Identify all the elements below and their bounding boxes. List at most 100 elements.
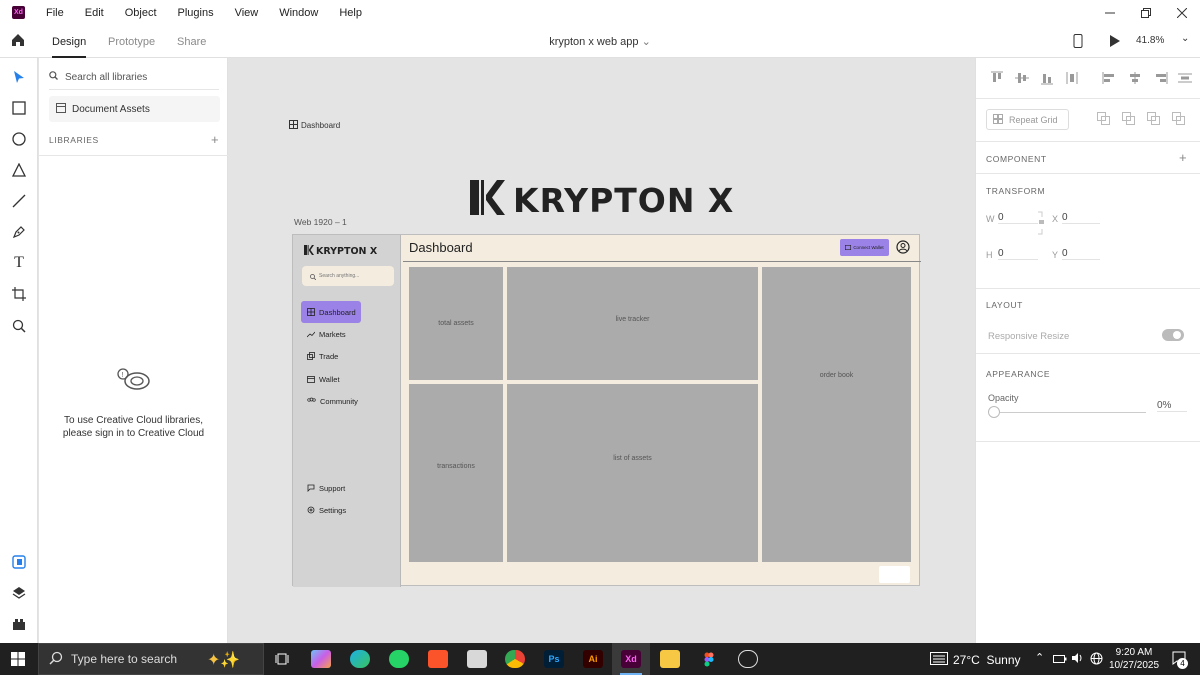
search-input[interactable]: Search all libraries bbox=[65, 72, 147, 83]
globe-icon[interactable] bbox=[1090, 652, 1103, 668]
align-left-icon[interactable] bbox=[1102, 71, 1118, 87]
artboard-label[interactable]: Web 1920 – 1 bbox=[294, 217, 347, 227]
document-assets-item[interactable]: Document Assets bbox=[49, 96, 220, 122]
height-input[interactable]: 0 bbox=[998, 248, 1038, 260]
nav-trade[interactable]: Trade bbox=[301, 345, 361, 367]
profile-avatar-icon[interactable] bbox=[896, 240, 910, 259]
libraries-icon[interactable] bbox=[9, 552, 29, 572]
minimize-button[interactable] bbox=[1092, 0, 1128, 25]
align-bottom-icon[interactable] bbox=[1039, 71, 1055, 87]
align-right-icon[interactable] bbox=[1152, 71, 1168, 87]
appearance-heading: APPEARANCE bbox=[986, 369, 1051, 379]
dashboard-component-label[interactable]: Dashboard bbox=[289, 120, 340, 131]
document-title[interactable]: krypton x web app ⌄ bbox=[0, 35, 1200, 48]
add-library-icon[interactable]: + bbox=[211, 132, 219, 147]
nav-community[interactable]: Community bbox=[301, 390, 361, 412]
connect-wallet-button[interactable]: Connect Wallet bbox=[840, 239, 889, 256]
opacity-slider-track[interactable] bbox=[1000, 412, 1146, 413]
restore-button[interactable] bbox=[1128, 0, 1164, 25]
y-input[interactable]: 0 bbox=[1062, 248, 1100, 260]
nav-settings[interactable]: Settings bbox=[301, 499, 361, 521]
zoom-level[interactable]: 41.8% bbox=[1136, 35, 1164, 46]
nav-markets[interactable]: Markets bbox=[301, 323, 361, 345]
line-tool-icon[interactable] bbox=[9, 191, 29, 211]
photoshop-icon[interactable]: Ps bbox=[544, 650, 564, 668]
device-preview-icon[interactable] bbox=[1073, 34, 1083, 51]
copilot-icon[interactable] bbox=[311, 650, 331, 668]
width-input[interactable]: 0 bbox=[998, 212, 1038, 224]
boolean-subtract-icon[interactable] bbox=[1122, 112, 1135, 127]
clock[interactable]: 9:20 AM 10/27/2025 bbox=[1106, 646, 1162, 672]
distribute-vertical-icon[interactable] bbox=[1064, 71, 1080, 87]
pen-tool-icon[interactable] bbox=[9, 222, 29, 242]
photo-app-icon[interactable] bbox=[467, 650, 487, 668]
transactions-card[interactable]: transactions bbox=[409, 384, 503, 562]
play-icon[interactable] bbox=[1110, 35, 1120, 50]
opacity-input[interactable]: 0% bbox=[1157, 400, 1187, 412]
menu-file[interactable]: File bbox=[46, 7, 64, 19]
figma-icon[interactable] bbox=[699, 650, 719, 668]
x-input[interactable]: 0 bbox=[1062, 212, 1100, 224]
weather-widget[interactable]: 27°C Sunny bbox=[930, 652, 1021, 668]
wallet-icon bbox=[845, 244, 852, 251]
align-middle-icon[interactable] bbox=[1014, 71, 1030, 87]
ellipse-tool-icon[interactable] bbox=[9, 129, 29, 149]
close-button[interactable] bbox=[1164, 0, 1200, 25]
x-label: X bbox=[1052, 214, 1059, 224]
live-tracker-card[interactable]: live tracker bbox=[507, 267, 758, 380]
boolean-exclude-icon[interactable] bbox=[1172, 112, 1185, 127]
whatsapp-icon[interactable] bbox=[389, 650, 409, 668]
opacity-slider-handle[interactable] bbox=[988, 406, 1000, 418]
layers-icon[interactable] bbox=[9, 583, 29, 603]
height-label: H bbox=[986, 250, 993, 260]
artboard-search[interactable]: Search anything... bbox=[302, 266, 394, 286]
menu-view[interactable]: View bbox=[235, 7, 259, 19]
select-tool-icon[interactable] bbox=[9, 67, 29, 87]
design-canvas[interactable]: Dashboard KRYPTON X Web 1920 – 1 KRYPTON… bbox=[228, 58, 975, 643]
file-explorer-icon[interactable] bbox=[660, 650, 680, 668]
distribute-horizontal-icon[interactable] bbox=[1177, 71, 1193, 87]
boolean-intersect-icon[interactable] bbox=[1147, 112, 1160, 127]
boolean-add-icon[interactable] bbox=[1097, 112, 1110, 127]
volume-icon[interactable] bbox=[1072, 652, 1084, 667]
task-view-icon[interactable] bbox=[272, 650, 292, 668]
windows-start-icon[interactable] bbox=[11, 652, 25, 669]
taskbar-search[interactable]: Type here to search ✦✨ bbox=[38, 643, 264, 675]
menu-help[interactable]: Help bbox=[339, 7, 362, 19]
artboard-tool-icon[interactable] bbox=[9, 284, 29, 304]
order-book-card[interactable]: order book bbox=[762, 267, 911, 562]
xd-app-icon[interactable]: Xd bbox=[621, 650, 641, 668]
align-top-icon[interactable] bbox=[989, 71, 1005, 87]
text-tool-icon[interactable]: T bbox=[9, 253, 29, 273]
krypton-logo[interactable]: KRYPTON X bbox=[470, 180, 734, 220]
artboard-web-1920[interactable]: KRYPTON X Search anything... Dashboard M… bbox=[292, 234, 921, 587]
polygon-tool-icon[interactable] bbox=[9, 160, 29, 180]
plugins-icon[interactable] bbox=[9, 614, 29, 634]
nav-dashboard[interactable]: Dashboard bbox=[301, 301, 361, 323]
edge-browser-icon[interactable] bbox=[350, 650, 370, 668]
menu-plugins[interactable]: Plugins bbox=[178, 7, 214, 19]
menu-window[interactable]: Window bbox=[279, 7, 318, 19]
responsive-resize-toggle[interactable] bbox=[1162, 329, 1184, 341]
add-component-icon[interactable]: + bbox=[1179, 150, 1187, 165]
battery-icon[interactable] bbox=[1053, 653, 1067, 667]
brave-browser-icon[interactable] bbox=[428, 650, 448, 668]
menu-edit[interactable]: Edit bbox=[85, 7, 104, 19]
zoom-tool-icon[interactable] bbox=[9, 316, 29, 336]
menu-object[interactable]: Object bbox=[125, 7, 157, 19]
zoom-dropdown-icon[interactable]: ⌄ bbox=[1181, 33, 1189, 44]
repeat-grid-button[interactable]: Repeat Grid bbox=[986, 109, 1069, 130]
library-search[interactable]: Search all libraries bbox=[49, 70, 219, 84]
nav-support[interactable]: Support bbox=[301, 477, 361, 499]
illustrator-icon[interactable]: Ai bbox=[583, 650, 603, 668]
rectangle-tool-icon[interactable] bbox=[9, 98, 29, 118]
obs-icon[interactable] bbox=[738, 650, 758, 668]
chevron-up-icon[interactable]: ⌃ bbox=[1035, 651, 1044, 664]
align-center-icon[interactable] bbox=[1127, 71, 1143, 87]
list-of-assets-card[interactable]: list of assets bbox=[507, 384, 758, 562]
total-assets-card[interactable]: total assets bbox=[409, 267, 503, 380]
artboard-sidebar: KRYPTON X Search anything... Dashboard M… bbox=[293, 235, 401, 587]
chrome-browser-icon[interactable] bbox=[505, 650, 525, 668]
nav-wallet[interactable]: Wallet bbox=[301, 368, 361, 390]
lock-aspect-icon[interactable] bbox=[1036, 211, 1046, 237]
